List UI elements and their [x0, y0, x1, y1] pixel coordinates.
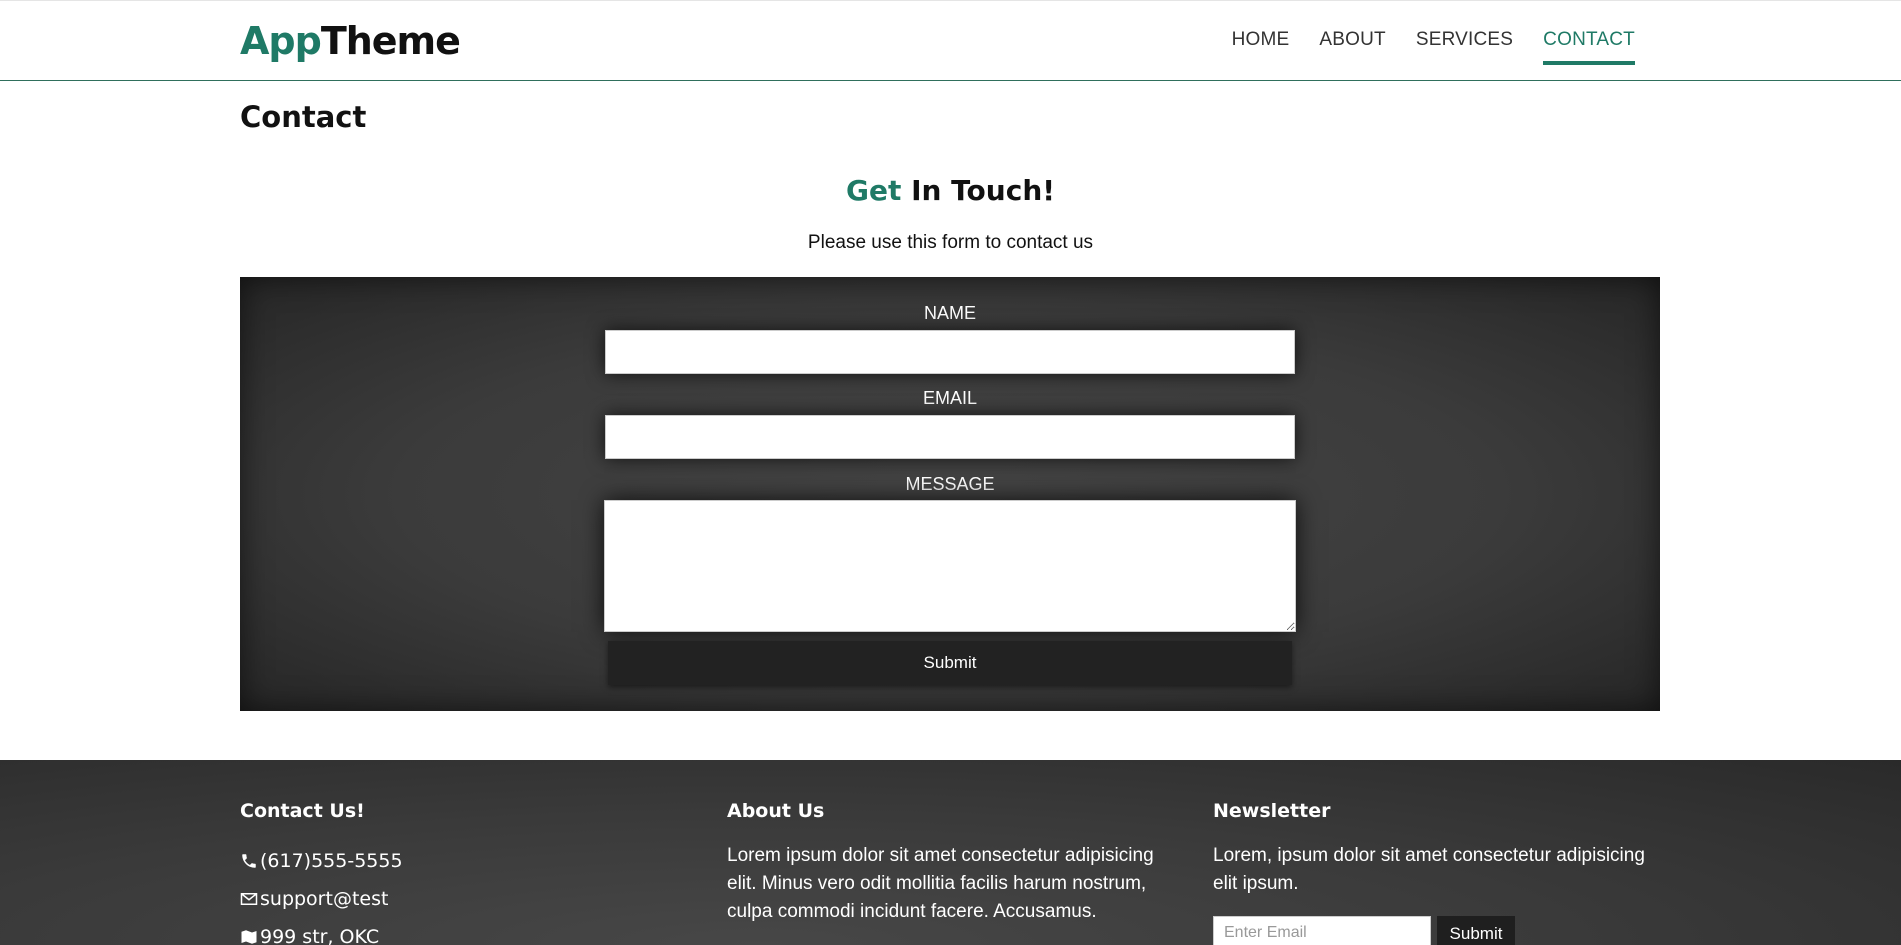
footer-address: 999 str, OKC — [240, 918, 680, 945]
email-label: EMAIL — [922, 388, 978, 408]
nav-about[interactable]: ABOUT — [1319, 29, 1385, 65]
hero-title-rest: In Touch! — [901, 174, 1056, 207]
newsletter-email-input[interactable] — [1213, 916, 1431, 945]
page-title: Contact — [240, 100, 367, 134]
submit-button[interactable]: Submit — [608, 641, 1292, 685]
hero-title: Get In Touch! — [0, 174, 1901, 207]
email-input[interactable] — [605, 415, 1295, 459]
footer-newsletter-text: Lorem, ipsum dolor sit amet consectetur … — [1213, 845, 1645, 894]
main-nav: HOME ABOUT SERVICES CONTACT — [1232, 29, 1635, 65]
footer-address-text: 999 str, OKC — [260, 926, 380, 945]
footer-email-text: support@test — [260, 888, 389, 910]
site-footer: Contact Us! (617)555-5555 support@test 9… — [0, 760, 1901, 945]
name-label: NAME — [923, 303, 976, 323]
footer-about: About Us Lorem ipsum dolor sit amet cons… — [727, 800, 1167, 926]
contact-form: NAME EMAIL MESSAGE Submit — [240, 277, 1660, 711]
brand-accent: App — [240, 19, 322, 63]
footer-contact-heading: Contact Us! — [240, 800, 365, 822]
nav-contact[interactable]: CONTACT — [1543, 29, 1635, 65]
footer-phone: (617)555-5555 — [240, 842, 680, 880]
name-input[interactable] — [605, 330, 1295, 374]
brand-rest: Theme — [320, 19, 461, 63]
message-label: MESSAGE — [905, 474, 995, 494]
envelope-icon — [240, 893, 258, 905]
footer-newsletter-heading: Newsletter — [1213, 800, 1331, 822]
newsletter-submit-button[interactable]: Submit — [1437, 916, 1515, 945]
newsletter-form: Submit — [1213, 916, 1663, 945]
footer-about-text: Lorem ipsum dolor sit amet consectetur a… — [727, 845, 1154, 922]
phone-icon — [242, 854, 256, 868]
footer-email: support@test — [240, 880, 680, 918]
nav-home[interactable]: HOME — [1232, 29, 1290, 65]
footer-about-heading: About Us — [727, 800, 825, 822]
map-icon — [241, 930, 257, 944]
message-textarea[interactable] — [604, 500, 1296, 632]
site-header: AppTheme HOME ABOUT SERVICES CONTACT — [0, 0, 1901, 81]
nav-services[interactable]: SERVICES — [1416, 29, 1513, 65]
hero-subtitle: Please use this form to contact us — [807, 232, 1094, 253]
footer-contact: Contact Us! (617)555-5555 support@test 9… — [240, 800, 680, 945]
footer-newsletter: Newsletter Lorem, ipsum dolor sit amet c… — [1213, 800, 1663, 945]
brand-logo[interactable]: AppTheme — [240, 19, 461, 63]
hero-title-accent: Get — [845, 174, 902, 207]
footer-phone-text: (617)555-5555 — [260, 850, 403, 872]
